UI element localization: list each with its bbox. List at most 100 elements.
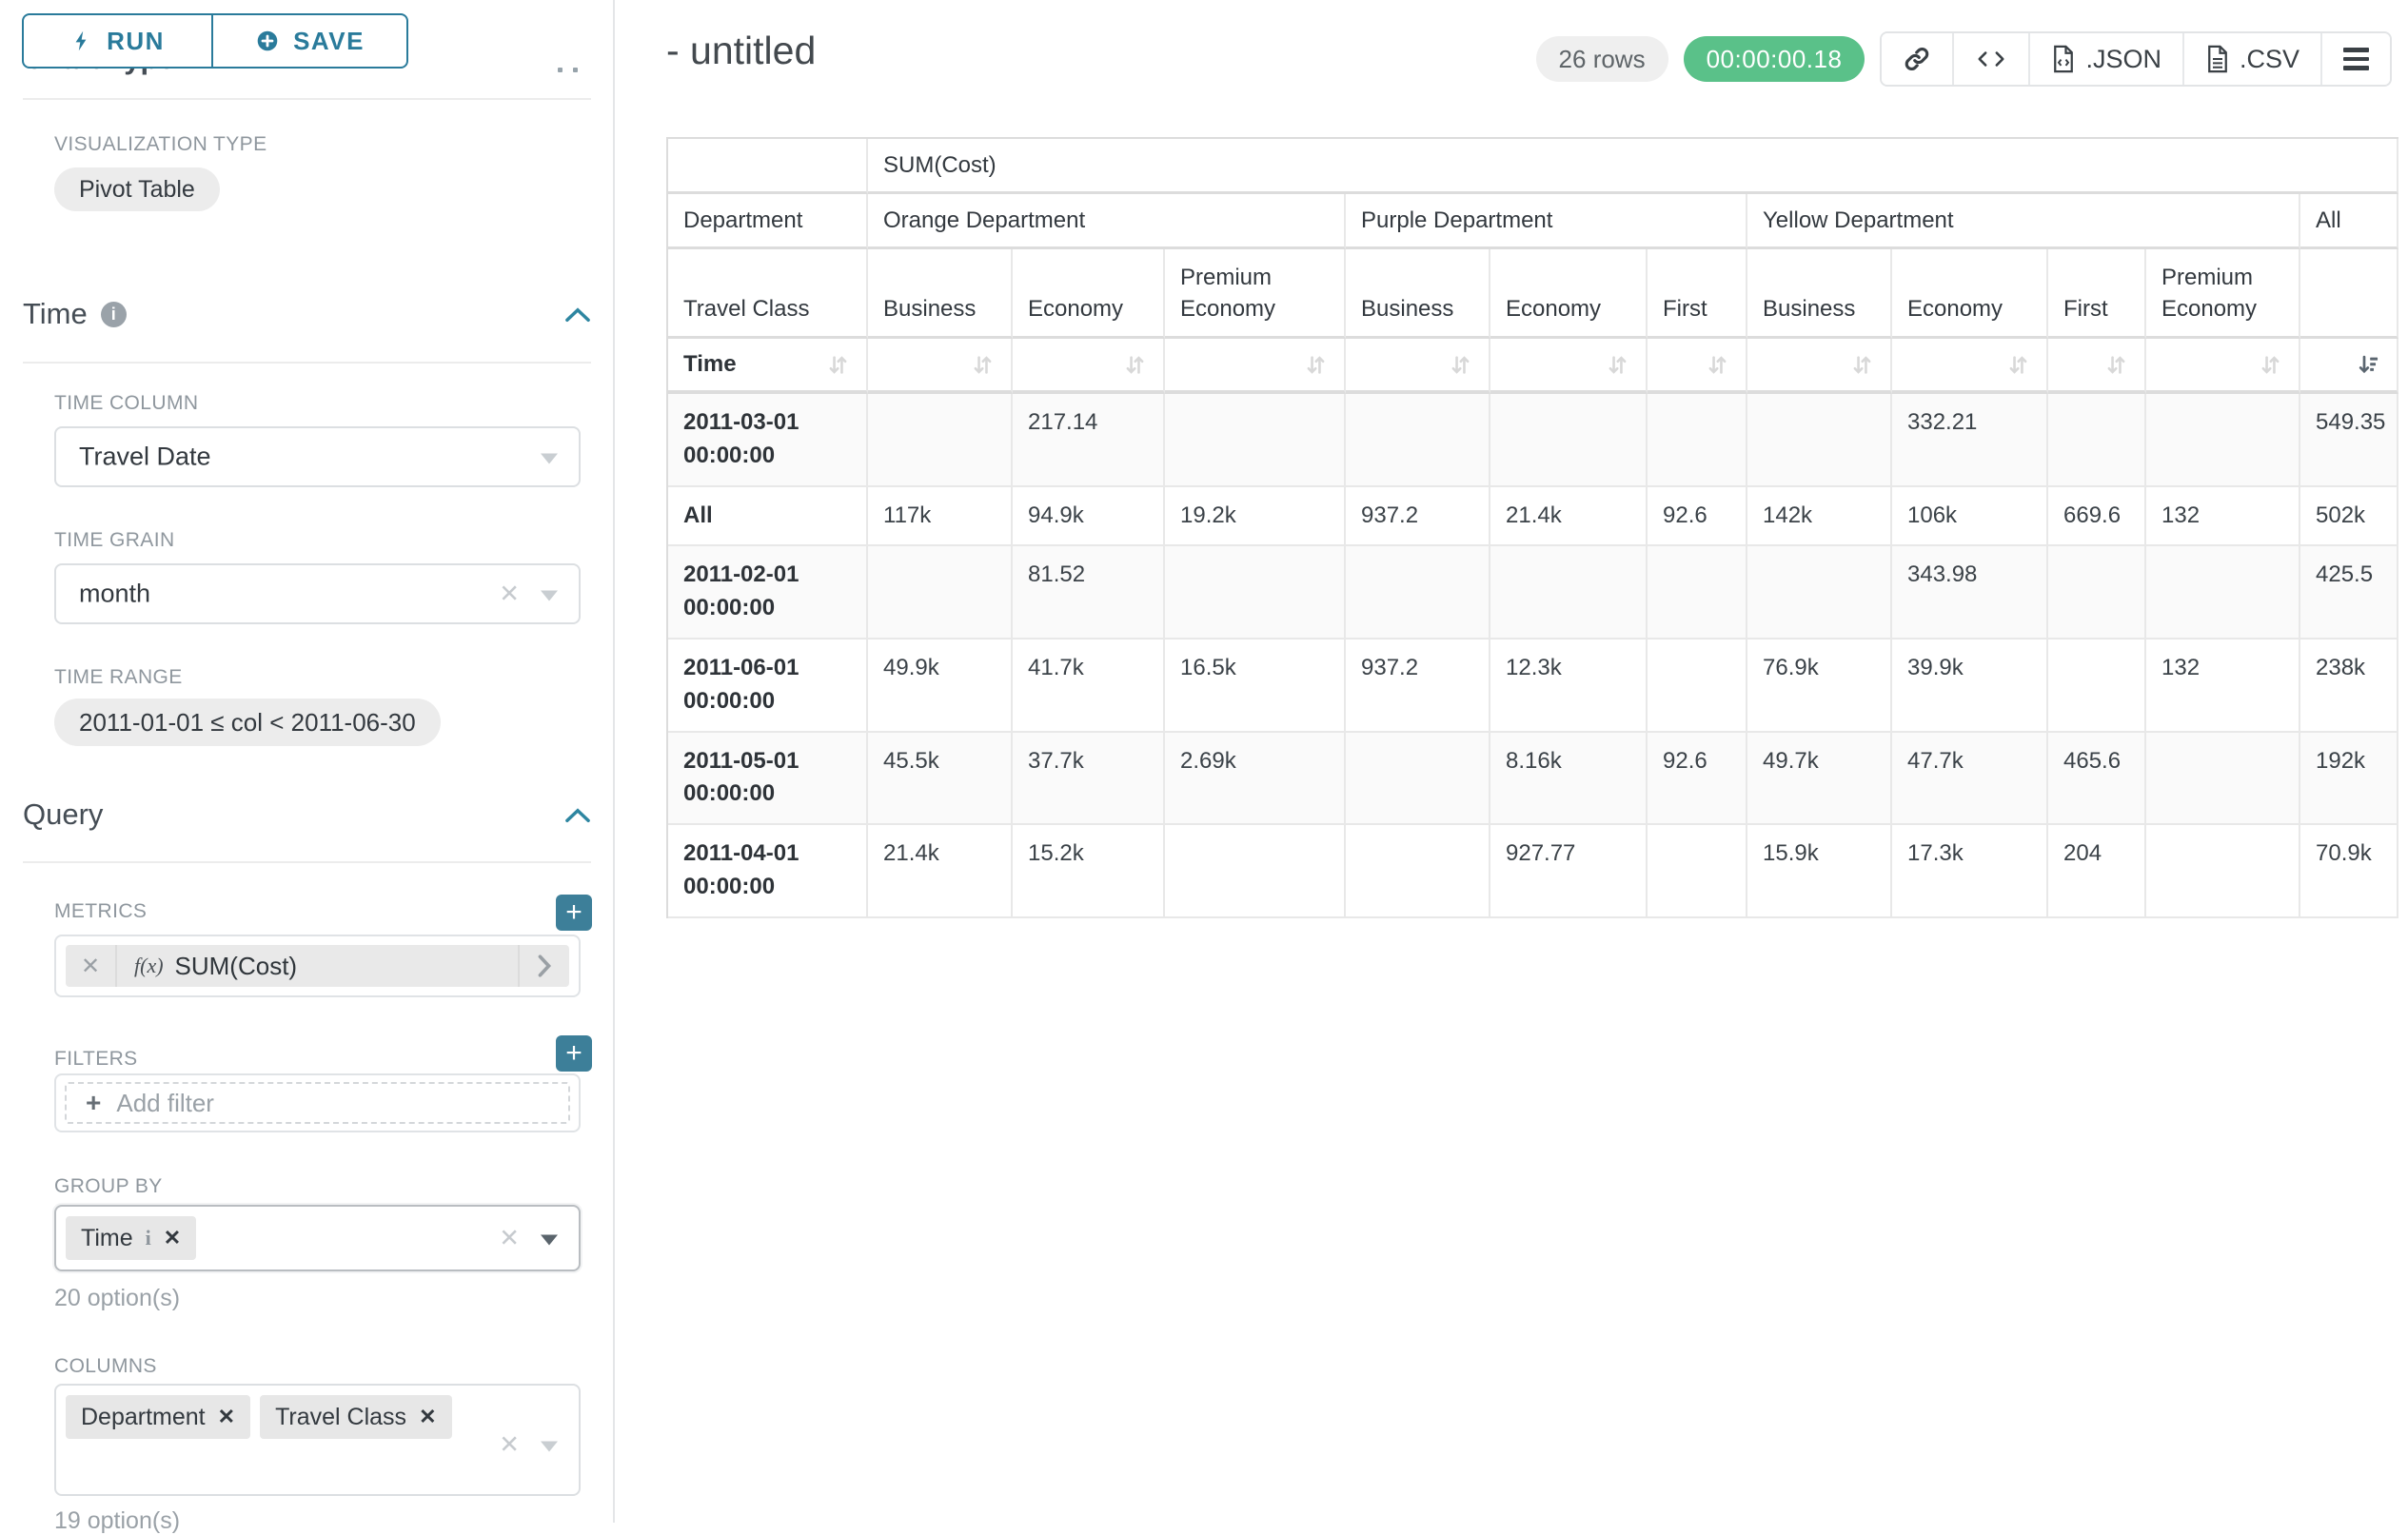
save-button-label: SAVE	[293, 27, 365, 56]
column-sort-header[interactable]	[2048, 339, 2146, 394]
pivot-cell	[2146, 825, 2300, 918]
pivot-cell: 37.7k	[1013, 733, 1165, 826]
visualization-type-label: VISUALIZATION TYPE	[54, 133, 266, 156]
export-csv-button[interactable]: .CSV	[2184, 33, 2322, 85]
pivot-row: All117k94.9k19.2k937.221.4k92.6142k106k6…	[668, 487, 2398, 547]
pivot-cell: 927.77	[1490, 825, 1648, 918]
sort-toggle-icon	[1605, 352, 1630, 378]
export-csv-label: .CSV	[2240, 45, 2299, 74]
pivot-cell	[2048, 394, 2146, 487]
chart-type-collapse-icon[interactable]	[558, 68, 578, 72]
pivot-cell: 49.7k	[1747, 733, 1892, 826]
clear-icon[interactable]: ✕	[499, 580, 520, 609]
pivot-cell	[1648, 394, 1747, 487]
pivot-cell	[2146, 394, 2300, 487]
pivot-cell: 132	[2146, 487, 2300, 547]
chevron-up-icon[interactable]	[564, 297, 591, 331]
travel-class-header: Economy	[1490, 249, 1648, 339]
column-sort-header[interactable]	[1013, 339, 1165, 394]
column-sort-header[interactable]	[1490, 339, 1648, 394]
link-icon	[1903, 45, 1931, 73]
pivot-cell: 92.6	[1648, 733, 1747, 826]
remove-tag-icon[interactable]: ✕	[218, 1405, 235, 1429]
chevron-up-icon[interactable]	[564, 797, 591, 832]
pivot-cell	[1346, 394, 1490, 487]
pivot-cell	[1165, 546, 1346, 640]
pivot-cell: 16.5k	[1165, 640, 1346, 733]
time-range-pill[interactable]: 2011-01-01 ≤ col < 2011-06-30	[54, 699, 441, 746]
caret-down-icon[interactable]	[541, 1441, 558, 1451]
pivot-cell: 76.9k	[1747, 640, 1892, 733]
columns-select[interactable]: Department ✕ Travel Class ✕ ✕	[54, 1384, 581, 1496]
pivot-cell: 549.35	[2300, 394, 2398, 487]
pivot-cell: 21.4k	[868, 825, 1013, 918]
pivot-row: 2011-04-01 00:00:0021.4k15.2k927.7715.9k…	[668, 825, 2398, 918]
column-sort-header[interactable]	[1648, 339, 1747, 394]
row-time-label: 2011-03-01 00:00:00	[668, 394, 868, 487]
share-link-button[interactable]	[1882, 33, 1954, 85]
sort-toggle-icon	[1448, 352, 1473, 378]
hamburger-icon	[2343, 48, 2369, 70]
chevron-right-icon[interactable]	[518, 945, 569, 987]
export-json-button[interactable]: .JSON	[2030, 33, 2184, 85]
pivot-cell: 465.6	[2048, 733, 2146, 826]
caret-down-icon[interactable]	[541, 590, 558, 600]
clear-icon[interactable]: ✕	[499, 1224, 520, 1253]
column-sort-header[interactable]	[1346, 339, 1490, 394]
pivot-cell: 49.9k	[868, 640, 1013, 733]
visualization-type-pill[interactable]: Pivot Table	[54, 167, 220, 211]
pivot-cell	[1648, 546, 1747, 640]
pivot-cell	[1490, 546, 1648, 640]
pivot-cell	[1648, 825, 1747, 918]
group-by-select[interactable]: Time i ✕ ✕	[54, 1205, 581, 1271]
add-filter-button[interactable]: + Add filter	[65, 1082, 570, 1124]
travel-class-header: Economy	[1013, 249, 1165, 339]
pivot-cell: 132	[2146, 640, 2300, 733]
query-timer-badge: 00:00:00.18	[1684, 36, 1865, 82]
sort-toggle-icon	[2005, 352, 2031, 378]
plus-icon: +	[86, 1088, 101, 1118]
remove-tag-icon[interactable]: ✕	[164, 1226, 181, 1250]
corner-cell	[668, 139, 868, 194]
filters-label: FILTERS	[54, 1048, 138, 1071]
pivot-cell: 332.21	[1892, 394, 2048, 487]
time-sort-header[interactable]: Time	[668, 339, 868, 394]
time-grain-select[interactable]: month ✕	[54, 563, 581, 624]
metric-pill[interactable]: ✕ f(x) SUM(Cost)	[66, 945, 569, 987]
column-sort-header[interactable]	[2146, 339, 2300, 394]
export-button-group: .JSON .CSV	[1880, 31, 2392, 87]
travel-class-header: Business	[1747, 249, 1892, 339]
add-metric-button[interactable]: +	[556, 895, 592, 931]
group-by-options-hint: 20 option(s)	[54, 1285, 180, 1312]
view-query-button[interactable]	[1954, 33, 2030, 85]
pivot-cell	[1165, 394, 1346, 487]
clear-icon[interactable]: ✕	[499, 1430, 520, 1460]
caret-down-icon[interactable]	[541, 1234, 558, 1245]
pivot-cell: 343.98	[1892, 546, 2048, 640]
menu-button[interactable]	[2322, 33, 2390, 85]
pivot-cell: 21.4k	[1490, 487, 1648, 547]
column-sort-header[interactable]	[1165, 339, 1346, 394]
column-sort-header[interactable]	[868, 339, 1013, 394]
column-sort-header[interactable]	[2300, 339, 2398, 394]
time-column-select[interactable]: Travel Date	[54, 426, 581, 487]
pivot-cell: 45.5k	[868, 733, 1013, 826]
pivot-cell: 70.9k	[2300, 825, 2398, 918]
travel-class-header: Business	[868, 249, 1013, 339]
pivot-cell: 81.52	[1013, 546, 1165, 640]
pivot-cell: 204	[2048, 825, 2146, 918]
pivot-cell: 8.16k	[1490, 733, 1648, 826]
add-filter-plus-button[interactable]: +	[556, 1035, 592, 1072]
run-button[interactable]: RUN	[22, 13, 212, 69]
pivot-row: 2011-06-01 00:00:0049.9k41.7k16.5k937.21…	[668, 640, 2398, 733]
chart-title[interactable]: - untitled	[666, 29, 816, 73]
pivot-cell	[1648, 640, 1747, 733]
caret-down-icon[interactable]	[541, 453, 558, 463]
save-button[interactable]: SAVE	[212, 13, 408, 69]
sort-toggle-icon	[1303, 352, 1329, 378]
remove-metric-icon[interactable]: ✕	[66, 945, 117, 987]
column-sort-header[interactable]	[1747, 339, 1892, 394]
remove-tag-icon[interactable]: ✕	[419, 1405, 436, 1429]
pivot-cell: 425.5	[2300, 546, 2398, 640]
column-sort-header[interactable]	[1892, 339, 2048, 394]
